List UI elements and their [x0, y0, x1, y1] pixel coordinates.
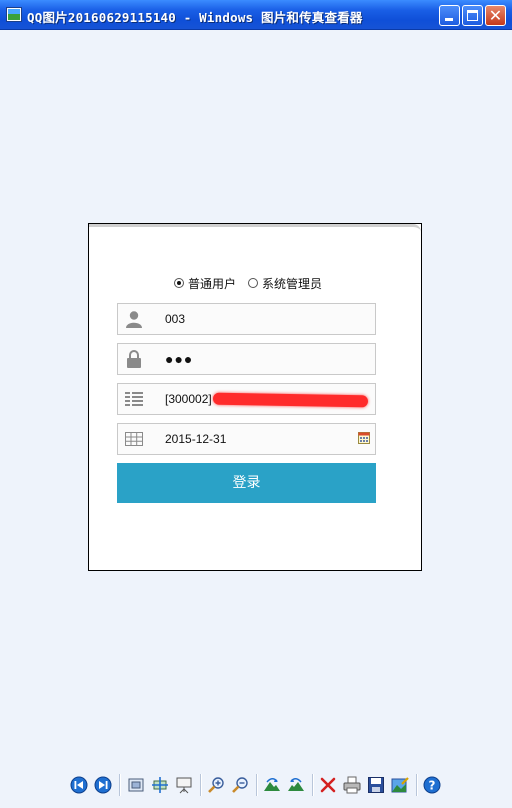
radio-normal-user	[174, 278, 184, 288]
rotate-clockwise-icon[interactable]	[263, 776, 281, 794]
window-title: QQ图片20160629115140 - Windows 图片和传真查看器	[27, 10, 363, 25]
print-icon[interactable]	[343, 776, 361, 794]
help-icon[interactable]: ?	[423, 776, 441, 794]
radio-system-admin	[248, 278, 259, 288]
toolbar-separator	[200, 774, 202, 796]
best-fit-icon[interactable]	[127, 776, 145, 794]
edit-image-icon[interactable]	[391, 776, 409, 794]
maximize-button[interactable]	[462, 5, 483, 26]
zoom-out-icon[interactable]	[231, 776, 249, 794]
zoom-in-icon[interactable]	[207, 776, 225, 794]
card-top-border	[89, 224, 421, 232]
image-viewport[interactable]: 普通用户 系统管理员 003 ●●● [300002] 2015-12-31 登…	[0, 30, 512, 768]
minimize-button[interactable]	[439, 5, 460, 26]
next-image-icon[interactable]	[94, 776, 112, 794]
account-value: [300002]	[165, 392, 212, 406]
svg-text:?: ?	[429, 779, 436, 793]
rotate-counterclockwise-icon[interactable]	[287, 776, 305, 794]
radio-system-admin-label: 系统管理员	[262, 276, 323, 291]
username-field: 003	[117, 303, 376, 335]
user-icon	[126, 311, 142, 328]
previous-image-icon[interactable]	[70, 776, 88, 794]
image-viewer-app-icon	[6, 7, 22, 22]
toolbar-separator	[312, 774, 314, 796]
toolbar-separator	[416, 774, 418, 796]
date-field: 2015-12-31	[117, 423, 376, 455]
list-icon	[125, 392, 143, 406]
close-button[interactable]: ✕	[485, 5, 506, 26]
viewer-toolbar: ?	[0, 768, 512, 808]
redaction-mark	[212, 392, 369, 408]
maximize-icon	[467, 10, 478, 21]
password-field: ●●●	[117, 343, 376, 375]
date-value: 2015-12-31	[165, 432, 227, 446]
window-titlebar[interactable]: QQ图片20160629115140 - Windows 图片和传真查看器 ✕	[0, 0, 512, 30]
password-value: ●●●	[165, 351, 194, 367]
minimize-icon	[445, 18, 453, 21]
toolbar-separator	[256, 774, 258, 796]
radio-normal-user-label: 普通用户	[188, 276, 237, 291]
close-icon: ✕	[488, 6, 503, 25]
actual-size-icon[interactable]	[151, 776, 169, 794]
delete-icon[interactable]	[319, 776, 337, 794]
lock-icon	[127, 350, 141, 368]
save-icon[interactable]	[367, 776, 385, 794]
displayed-image-login-form: 普通用户 系统管理员 003 ●●● [300002] 2015-12-31 登…	[88, 223, 422, 571]
grid-icon	[125, 432, 143, 446]
account-field: [300002]	[117, 383, 376, 415]
role-radio-group: 普通用户 系统管理员	[174, 275, 334, 291]
login-button: 登录	[117, 463, 376, 503]
calendar-icon	[358, 432, 370, 444]
username-value: 003	[165, 312, 186, 326]
slideshow-icon[interactable]	[175, 776, 193, 794]
toolbar-separator	[119, 774, 121, 796]
